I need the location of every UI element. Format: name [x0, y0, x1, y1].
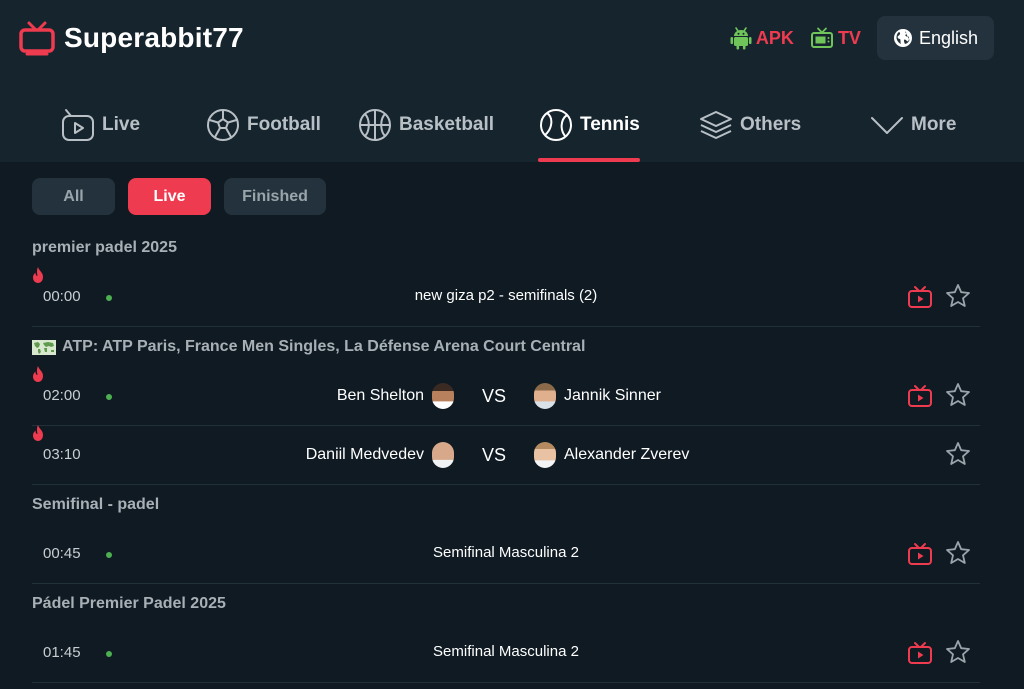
filter-all[interactable]: All — [32, 178, 115, 215]
live-stream-icon[interactable] — [907, 384, 933, 408]
live-stream-icon[interactable] — [907, 542, 933, 566]
player-avatar — [432, 442, 454, 468]
android-icon — [730, 27, 752, 50]
nav-tennis[interactable]: Tennis — [538, 88, 640, 162]
brand-name: Superabbit77 — [64, 22, 244, 53]
nav-others-label: Others — [740, 114, 802, 135]
favorite-star-icon[interactable] — [945, 441, 971, 467]
league-header: Semifinal - padel — [32, 485, 980, 525]
sports-nav: Live Football Basketball Tennis Others M… — [0, 88, 1024, 162]
league-name: Pádel Premier Padel 2025 — [32, 595, 226, 612]
tennis-icon — [540, 109, 572, 141]
player-avatar — [534, 442, 556, 468]
league-header: Pádel Premier Padel 2025 — [32, 584, 980, 624]
globe-icon — [893, 29, 912, 47]
nav-more-label: More — [911, 114, 957, 135]
apk-download-link[interactable]: APK — [730, 26, 794, 50]
top-header: Superabbit77 APK TV English Live Footbal… — [0, 0, 1024, 162]
away-player: Alexander Zverev — [534, 438, 689, 472]
league-header: premier padel 2025 — [32, 228, 980, 268]
live-play-icon — [62, 109, 94, 141]
away-player-name: Alexander Zverev — [564, 446, 690, 463]
tv-icon — [810, 27, 833, 48]
live-stream-icon[interactable] — [907, 641, 933, 665]
nav-basketball[interactable]: Basketball — [357, 88, 494, 162]
filter-live[interactable]: Live — [128, 178, 211, 215]
away-player-name: Jannik Sinner — [564, 387, 661, 404]
brand[interactable]: Superabbit77 — [18, 18, 244, 58]
filter-finished[interactable]: Finished — [224, 178, 326, 215]
home-player-name: Ben Shelton — [336, 387, 424, 404]
nav-football[interactable]: Football — [205, 88, 321, 162]
layers-icon — [700, 111, 732, 139]
match-title: new giza p2 - semifinals (2) — [414, 287, 598, 304]
tv-app-link[interactable]: TV — [810, 27, 861, 49]
status-filters: All Live Finished — [32, 178, 326, 215]
league-header: ATP: ATP Paris, France Men Singles, La D… — [32, 327, 980, 367]
home-player: Daniil Medvedev — [306, 438, 454, 472]
match-row[interactable]: 03:10 Daniil Medvedev VS Alexander Zvere… — [32, 425, 980, 485]
world-map-flag-icon — [32, 339, 56, 355]
fire-icon — [33, 267, 43, 283]
live-stream-icon[interactable] — [907, 285, 933, 309]
favorite-star-icon[interactable] — [945, 382, 971, 408]
language-label: English — [918, 27, 978, 48]
match-title: Semifinal Masculina 2 — [433, 643, 579, 660]
favorite-star-icon[interactable] — [945, 639, 971, 665]
tv-logo-icon — [19, 21, 55, 56]
match-row[interactable]: 00:45 Semifinal Masculina 2 — [32, 525, 980, 584]
match-row[interactable]: 01:45 Semifinal Masculina 2 — [32, 624, 980, 683]
nav-live[interactable]: Live — [60, 88, 140, 162]
league-name: ATP: ATP Paris, France Men Singles, La D… — [62, 338, 586, 355]
league-name: premier padel 2025 — [32, 239, 177, 256]
nav-others[interactable]: Others — [698, 88, 801, 162]
nav-tennis-label: Tennis — [580, 114, 640, 135]
away-player: Jannik Sinner — [534, 379, 661, 413]
favorite-star-icon[interactable] — [945, 283, 971, 309]
match-row[interactable]: 02:00 Ben Shelton VS Jannik Sinner — [32, 366, 980, 426]
home-player-name: Daniil Medvedev — [305, 446, 424, 463]
vs-label: VS — [482, 444, 507, 465]
basketball-icon — [359, 109, 391, 141]
language-button[interactable]: English — [876, 16, 994, 60]
tv-label: TV — [837, 27, 861, 48]
league-name: Semifinal - padel — [32, 496, 160, 513]
football-icon — [207, 109, 239, 141]
top-actions: APK TV English — [730, 16, 994, 60]
match-row[interactable]: 00:00 new giza p2 - semifinals (2) — [32, 267, 980, 327]
player-avatar — [534, 383, 556, 409]
matchup: Ben Shelton VS Jannik Sinner — [32, 379, 980, 413]
vs-label: VS — [482, 385, 507, 406]
chevron-down-icon — [871, 117, 903, 134]
home-player: Ben Shelton — [337, 379, 454, 413]
apk-label: APK — [755, 27, 794, 48]
nav-basketball-label: Basketball — [399, 114, 495, 135]
match-title: Semifinal Masculina 2 — [433, 544, 579, 561]
nav-more[interactable]: More — [869, 88, 956, 162]
matchup: Daniil Medvedev VS Alexander Zverev — [32, 438, 980, 472]
nav-live-label: Live — [102, 114, 141, 135]
match-list: premier padel 2025 00:00 new giza p2 - s… — [32, 228, 980, 683]
player-avatar — [432, 383, 454, 409]
favorite-star-icon[interactable] — [945, 540, 971, 566]
nav-football-label: Football — [247, 114, 321, 135]
